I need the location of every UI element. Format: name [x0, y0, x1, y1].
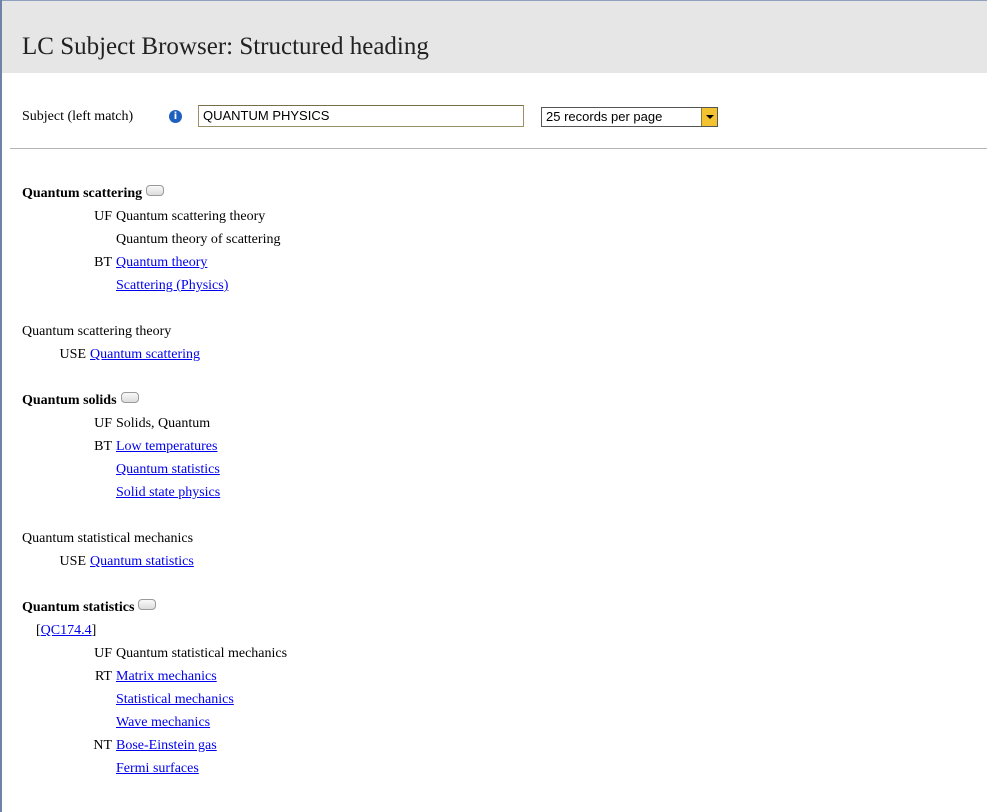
- nt-link[interactable]: Bose-Einstein gas: [116, 738, 217, 753]
- bt-link[interactable]: Low temperatures: [116, 439, 217, 454]
- use-link[interactable]: Quantum statistics: [90, 554, 194, 569]
- subject-heading: Quantum scattering: [22, 182, 287, 205]
- rt-link[interactable]: Wave mechanics: [116, 715, 210, 730]
- records-per-page-value: 25 records per page: [546, 109, 663, 124]
- bt-row: Solid state physics: [22, 481, 287, 504]
- rt-row: Statistical mechanics: [22, 688, 287, 711]
- list-item: Quantum scattering theory USE Quantum sca…: [22, 320, 287, 366]
- rt-link[interactable]: Statistical mechanics: [116, 692, 234, 707]
- uf-label: UF: [94, 646, 112, 661]
- use-label: USE: [59, 347, 86, 362]
- uf-label: UF: [94, 416, 112, 431]
- subject-heading: Quantum solids: [22, 389, 287, 412]
- list-item: Quantum statistics [QC174.4] UF Quantum s…: [22, 596, 287, 780]
- uf-term: Quantum statistical mechanics: [116, 646, 288, 661]
- rt-row: RT Matrix mechanics: [22, 665, 287, 688]
- nt-row: NT Bose-Einstein gas: [22, 734, 287, 757]
- uf-label: UF: [94, 209, 112, 224]
- title-bar: LC Subject Browser: Structured heading: [2, 1, 987, 73]
- divider: [10, 148, 987, 149]
- use-label: USE: [59, 554, 86, 569]
- bt-row: BT Quantum theory: [22, 251, 287, 274]
- bt-link[interactable]: Quantum statistics: [116, 462, 220, 477]
- bt-link[interactable]: Scattering (Physics): [116, 278, 228, 293]
- bt-label: BT: [94, 255, 112, 270]
- bt-link[interactable]: Solid state physics: [116, 485, 220, 500]
- bt-row: Scattering (Physics): [22, 274, 287, 297]
- subject-search-input[interactable]: QUANTUM PHYSICS: [198, 105, 524, 127]
- bt-row: Quantum statistics: [22, 458, 287, 481]
- toggle-icon[interactable]: [146, 185, 165, 196]
- nt-row: Fermi surfaces: [22, 757, 287, 780]
- nt-link[interactable]: Fermi surfaces: [116, 761, 199, 776]
- bt-link[interactable]: Quantum theory: [116, 255, 207, 270]
- window-frame-left: [0, 0, 2, 812]
- subject-heading: Quantum statistics: [22, 596, 287, 619]
- uf-term: Quantum theory of scattering: [116, 232, 281, 247]
- list-item: Quantum scattering UF Quantum scattering …: [22, 182, 287, 297]
- subject-heading-text: Quantum scattering: [22, 186, 143, 201]
- search-label: Subject (left match): [22, 109, 134, 124]
- uf-term: Solids, Quantum: [116, 416, 211, 431]
- page-title: LC Subject Browser: Structured heading: [22, 33, 429, 60]
- list-item: Quantum statistical mechanics USE Quantum…: [22, 527, 287, 573]
- rt-link[interactable]: Matrix mechanics: [116, 669, 217, 684]
- subject-heading-text: Quantum scattering theory: [22, 324, 172, 339]
- records-per-page-select[interactable]: 25 records per page: [541, 107, 718, 127]
- rt-row: Wave mechanics: [22, 711, 287, 734]
- results-list: Quantum scattering UF Quantum scattering …: [22, 182, 287, 803]
- info-icon[interactable]: i: [169, 110, 182, 123]
- nt-label: NT: [93, 738, 112, 753]
- uf-row: Quantum theory of scattering: [22, 228, 287, 251]
- toggle-icon[interactable]: [138, 599, 157, 610]
- use-row: USE Quantum statistics: [22, 550, 287, 573]
- uf-row: UF Quantum scattering theory: [22, 205, 287, 228]
- use-row: USE Quantum scattering: [22, 343, 287, 366]
- subject-heading-text: Quantum statistical mechanics: [22, 531, 194, 546]
- class-number-link[interactable]: QC174.4: [41, 623, 92, 638]
- toggle-icon[interactable]: [120, 392, 139, 403]
- bt-label: BT: [94, 439, 112, 454]
- uf-row: UF Solids, Quantum: [22, 412, 287, 435]
- subject-heading-text: Quantum statistics: [22, 600, 135, 615]
- class-number: [QC174.4]: [36, 623, 97, 638]
- uf-term: Quantum scattering theory: [116, 209, 266, 224]
- chevron-down-icon[interactable]: [701, 108, 717, 126]
- uf-row: UF Quantum statistical mechanics: [22, 642, 287, 665]
- subject-heading-text: Quantum solids: [22, 393, 117, 408]
- rt-label: RT: [94, 669, 112, 684]
- list-item: Quantum solids UF Solids, Quantum BT Low t…: [22, 389, 287, 504]
- use-link[interactable]: Quantum scattering: [90, 347, 200, 362]
- bt-row: BT Low temperatures: [22, 435, 287, 458]
